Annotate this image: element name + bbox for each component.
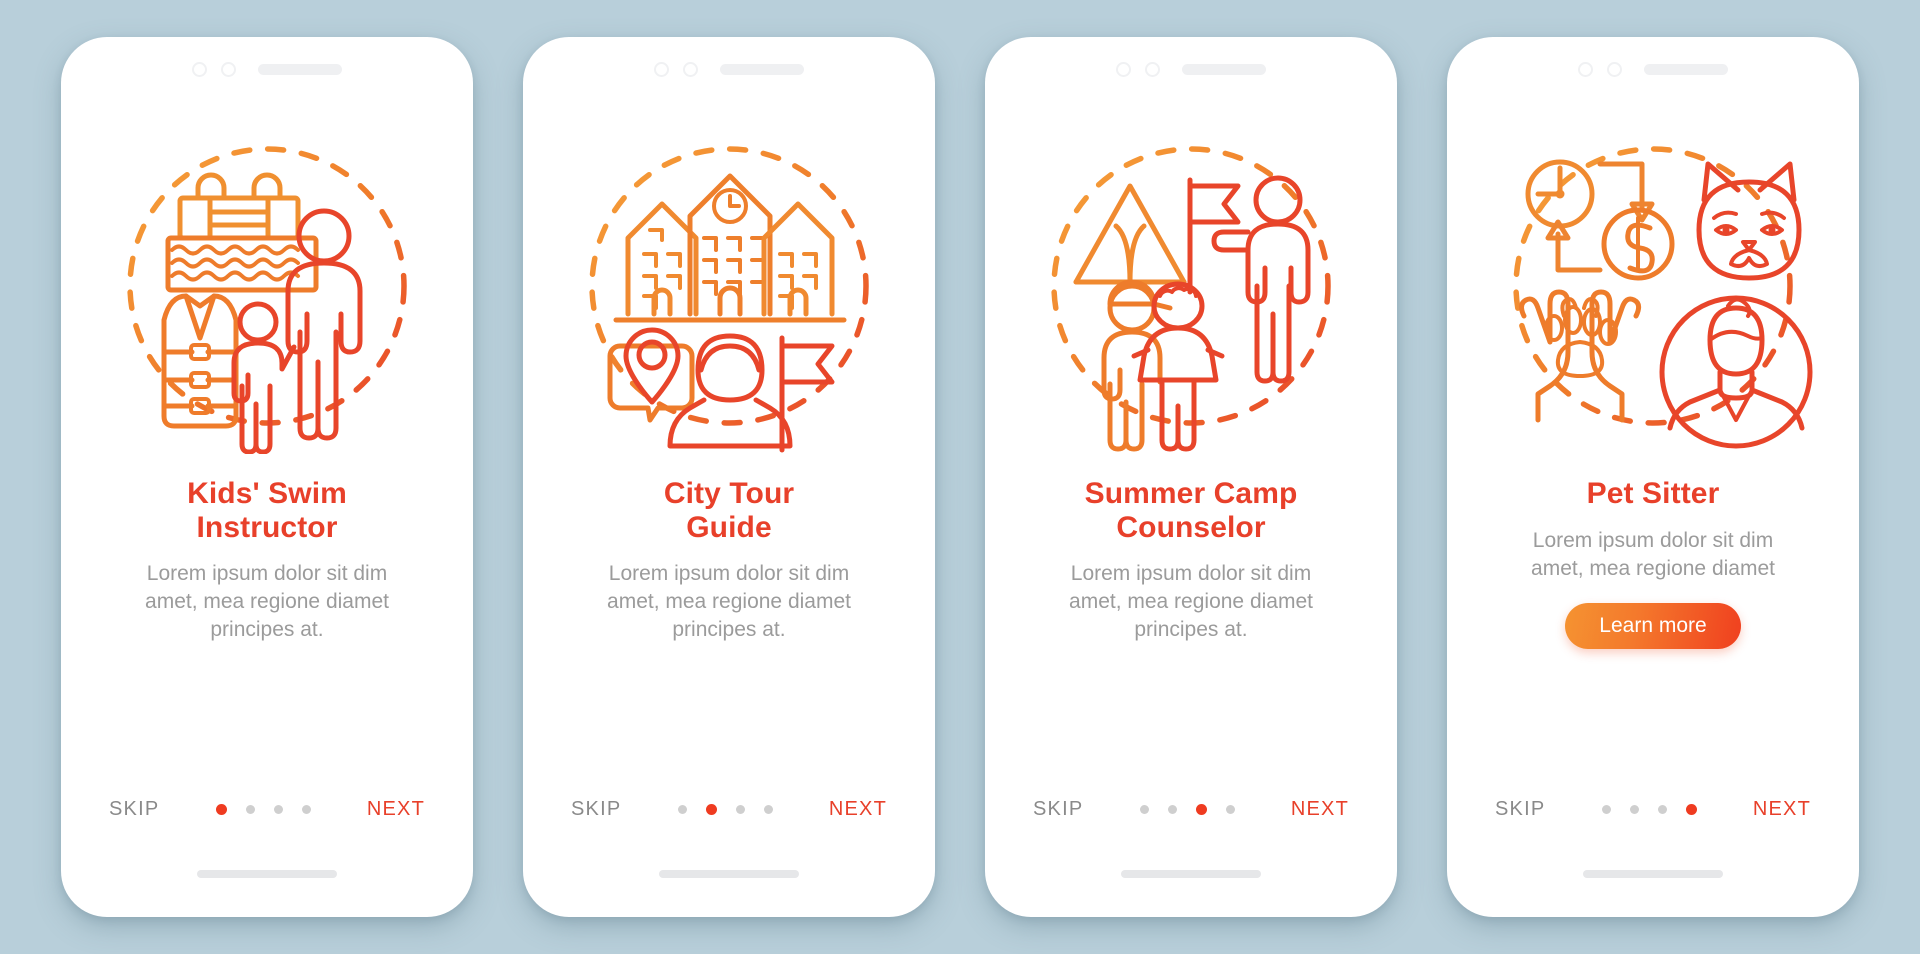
sensor-icon bbox=[654, 61, 669, 77]
pagination-dot-3[interactable] bbox=[273, 804, 283, 814]
speaker-icon bbox=[1644, 63, 1728, 75]
screen-2-textblock: City Tour Guide Lorem ipsum dolor sit di… bbox=[523, 477, 935, 645]
screen-4-navrow: SKIP NEXT bbox=[1447, 787, 1859, 831]
phone-screen-3: Summer Camp Counselor Lorem ipsum dolor … bbox=[985, 37, 1397, 917]
pagination-dots bbox=[1601, 803, 1697, 815]
home-indicator[interactable] bbox=[1583, 870, 1723, 878]
camera-icon bbox=[1145, 61, 1160, 77]
learn-more-button[interactable]: Learn more bbox=[1565, 602, 1741, 649]
skip-button[interactable]: SKIP bbox=[109, 798, 159, 821]
home-indicator[interactable] bbox=[659, 870, 799, 878]
pagination-dot-2[interactable] bbox=[245, 804, 255, 814]
camera-icon bbox=[1607, 61, 1622, 77]
pagination-dot-2[interactable] bbox=[1629, 804, 1639, 814]
pagination-dot-1[interactable] bbox=[215, 803, 227, 815]
phone-bottombar bbox=[1447, 831, 1859, 917]
page-title: Kids' Swim Instructor bbox=[187, 477, 347, 544]
page-description: Lorem ipsum dolor sit dim amet, mea regi… bbox=[1069, 562, 1313, 642]
kids-swim-instructor-illustration bbox=[61, 101, 473, 477]
next-button[interactable]: NEXT bbox=[1753, 798, 1811, 821]
speaker-icon bbox=[720, 63, 804, 75]
pagination-dot-3[interactable] bbox=[1195, 803, 1207, 815]
pet-sitter-illustration bbox=[1447, 101, 1859, 477]
pagination-dot-3[interactable] bbox=[735, 804, 745, 814]
page-title: Summer Camp Counselor bbox=[1084, 477, 1298, 544]
pagination-dot-4[interactable] bbox=[301, 804, 311, 814]
skip-button[interactable]: SKIP bbox=[1495, 798, 1545, 821]
page-title: City Tour Guide bbox=[663, 477, 795, 544]
phone-bottombar bbox=[523, 831, 935, 917]
phone-topbar bbox=[1447, 37, 1859, 101]
pagination-dot-4[interactable] bbox=[1225, 804, 1235, 814]
camera-icon bbox=[683, 61, 698, 77]
city-tour-guide-illustration bbox=[523, 101, 935, 477]
sensor-icon bbox=[192, 61, 207, 77]
pagination-dot-2[interactable] bbox=[705, 803, 717, 815]
sensor-icon bbox=[1578, 61, 1593, 77]
cta-wrapper: Learn more bbox=[1481, 602, 1825, 649]
screen-1-textblock: Kids' Swim Instructor Lorem ipsum dolor … bbox=[61, 477, 473, 645]
screen-1-navrow: SKIP NEXT bbox=[61, 787, 473, 831]
phone-bottombar bbox=[985, 831, 1397, 917]
pagination-dot-2[interactable] bbox=[1167, 804, 1177, 814]
pagination-dots bbox=[677, 803, 773, 815]
page-description: Lorem ipsum dolor sit dim amet, mea regi… bbox=[1531, 528, 1775, 580]
next-button[interactable]: NEXT bbox=[1291, 798, 1349, 821]
phone-topbar bbox=[985, 37, 1397, 101]
camera-icon bbox=[221, 61, 236, 77]
onboarding-screens-row: Kids' Swim Instructor Lorem ipsum dolor … bbox=[0, 0, 1920, 954]
pagination-dot-4[interactable] bbox=[763, 804, 773, 814]
sensor-icon bbox=[1116, 61, 1131, 77]
phone-topbar bbox=[61, 37, 473, 101]
summer-camp-counselor-illustration bbox=[985, 101, 1397, 477]
phone-screen-1: Kids' Swim Instructor Lorem ipsum dolor … bbox=[61, 37, 473, 917]
page-description: Lorem ipsum dolor sit dim amet, mea regi… bbox=[145, 562, 389, 642]
pagination-dots bbox=[215, 803, 311, 815]
home-indicator[interactable] bbox=[197, 870, 337, 878]
screen-3-navrow: SKIP NEXT bbox=[985, 787, 1397, 831]
skip-button[interactable]: SKIP bbox=[1033, 798, 1083, 821]
speaker-icon bbox=[258, 63, 342, 75]
home-indicator[interactable] bbox=[1121, 870, 1261, 878]
speaker-icon bbox=[1182, 63, 1266, 75]
pagination-dot-3[interactable] bbox=[1657, 804, 1667, 814]
phone-screen-2: City Tour Guide Lorem ipsum dolor sit di… bbox=[523, 37, 935, 917]
screen-2-navrow: SKIP NEXT bbox=[523, 787, 935, 831]
next-button[interactable]: NEXT bbox=[829, 798, 887, 821]
phone-bottombar bbox=[61, 831, 473, 917]
pagination-dot-4[interactable] bbox=[1685, 803, 1697, 815]
screen-4-textblock: Pet Sitter Lorem ipsum dolor sit dim ame… bbox=[1447, 477, 1859, 649]
pagination-dot-1[interactable] bbox=[1139, 804, 1149, 814]
screen-3-textblock: Summer Camp Counselor Lorem ipsum dolor … bbox=[985, 477, 1397, 645]
page-title: Pet Sitter bbox=[1586, 477, 1720, 510]
pagination-dot-1[interactable] bbox=[677, 804, 687, 814]
page-description: Lorem ipsum dolor sit dim amet, mea regi… bbox=[607, 562, 851, 642]
next-button[interactable]: NEXT bbox=[367, 798, 425, 821]
phone-screen-4: Pet Sitter Lorem ipsum dolor sit dim ame… bbox=[1447, 37, 1859, 917]
pagination-dots bbox=[1139, 803, 1235, 815]
pagination-dot-1[interactable] bbox=[1601, 804, 1611, 814]
skip-button[interactable]: SKIP bbox=[571, 798, 621, 821]
phone-topbar bbox=[523, 37, 935, 101]
